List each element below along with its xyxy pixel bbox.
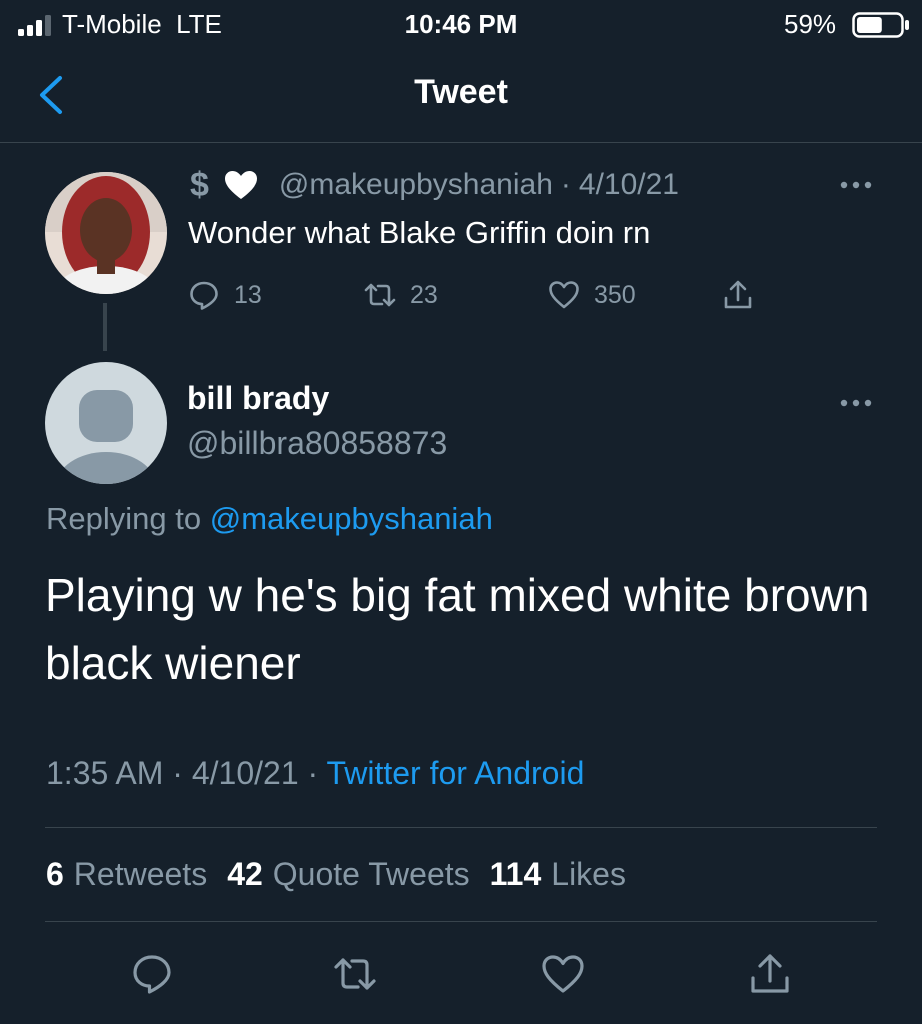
nav-divider	[0, 142, 922, 143]
divider	[45, 827, 877, 828]
author-name[interactable]: bill brady	[187, 380, 329, 417]
heart-icon	[549, 281, 579, 309]
tweet-time: 1:35 AM	[46, 755, 164, 791]
share-icon	[724, 280, 752, 309]
battery-icon	[852, 12, 909, 38]
like-count: 350	[594, 280, 636, 309]
page-title: Tweet	[414, 73, 508, 111]
parent-tweet-text: Wonder what Blake Griffin doin rn	[188, 215, 651, 250]
engagement-stats: 6 Retweets 42 Quote Tweets 114 Likes	[46, 856, 646, 893]
parent-handle[interactable]: @makeupbyshaniah	[279, 168, 553, 202]
more-options-icon[interactable]	[836, 178, 876, 192]
retweet-button[interactable]: 23	[364, 278, 438, 312]
separator: ·	[560, 168, 571, 201]
quote-tweets-stat[interactable]: 42 Quote Tweets	[227, 856, 469, 893]
likes-stat[interactable]: 114 Likes	[490, 856, 626, 893]
replying-to: Replying to @makeupbyshaniah	[46, 501, 493, 537]
retweets-stat[interactable]: 6 Retweets	[46, 856, 207, 893]
share-button[interactable]	[722, 278, 754, 312]
status-bar: T-Mobile LTE 10:46 PM 59%	[0, 0, 922, 50]
tweet-date: 4/10/21	[191, 755, 299, 791]
reply-icon	[190, 281, 218, 310]
retweets-label: Retweets	[73, 856, 208, 892]
default-avatar[interactable]	[45, 362, 167, 484]
parent-date[interactable]: 4/10/21	[579, 168, 679, 202]
battery-percent: 59%	[784, 9, 837, 39]
reply-icon[interactable]	[130, 952, 174, 996]
parent-name-prefix: $	[190, 165, 209, 204]
likes-label: Likes	[551, 856, 626, 892]
author-handle[interactable]: @billbra80858873	[187, 425, 447, 462]
heart-icon[interactable]	[541, 952, 585, 996]
quotes-count: 42	[227, 856, 263, 892]
reply-count: 13	[234, 280, 262, 309]
replying-handle-link[interactable]: @makeupbyshaniah	[210, 501, 493, 536]
thread-line	[103, 303, 107, 351]
divider	[45, 921, 877, 922]
separator: ·	[307, 755, 319, 791]
avatar[interactable]	[45, 172, 167, 294]
likes-count: 114	[489, 856, 542, 892]
default-profile-icon	[56, 390, 156, 484]
separator: ·	[172, 755, 183, 791]
more-options-icon[interactable]	[836, 396, 876, 410]
like-button[interactable]: 350	[548, 278, 636, 312]
tweet-meta: 1:35 AM · 4/10/21 · Twitter for Android	[46, 755, 584, 792]
parent-author[interactable]: $ @makeupbyshaniah · 4/10/21	[190, 165, 679, 205]
white-heart-icon	[224, 171, 257, 199]
retweet-icon[interactable]	[333, 952, 377, 996]
retweet-count: 23	[410, 280, 438, 309]
source-link[interactable]: Twitter for Android	[326, 755, 584, 791]
reply-button[interactable]: 13	[188, 278, 262, 312]
retweet-icon	[364, 283, 396, 307]
tweet-text: Playing w he's big fat mixed white brown…	[45, 569, 870, 689]
avatar-photo	[45, 172, 167, 294]
quotes-label: Quote Tweets	[272, 856, 470, 892]
retweets-count: 6	[46, 856, 64, 892]
share-icon[interactable]	[748, 952, 792, 996]
replying-prefix: Replying to	[46, 501, 202, 536]
